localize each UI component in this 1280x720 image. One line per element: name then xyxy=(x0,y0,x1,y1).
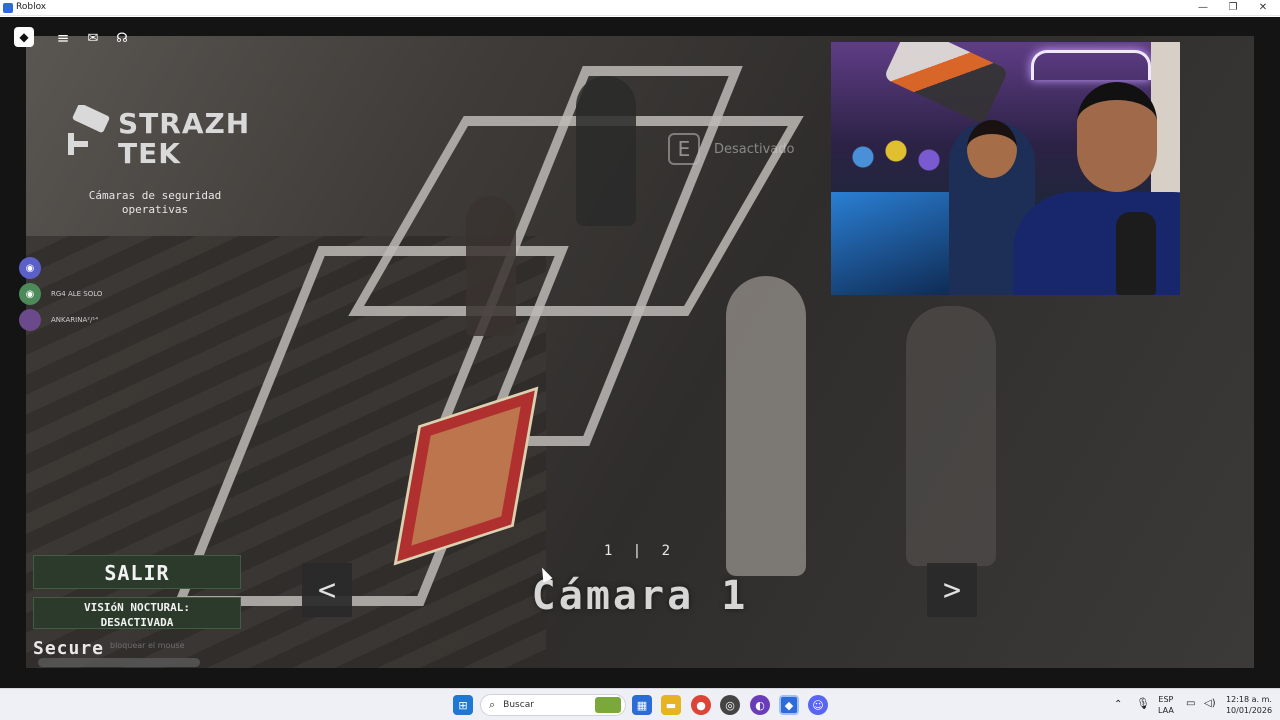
interact-prompt[interactable]: E Desactivado xyxy=(668,133,794,165)
microphone-tray-icon[interactable]: 🎙 xyxy=(1136,698,1150,709)
friend-item[interactable]: ◉ RG4 ALE SOLO xyxy=(19,283,102,305)
friend-item[interactable]: ANKARINA²/¹⁴ xyxy=(19,309,98,331)
search-icon: ⌕ xyxy=(489,698,496,711)
minimize-button[interactable]: — xyxy=(1188,0,1218,16)
taskbar-search[interactable]: ⌕ Buscar xyxy=(480,694,626,716)
toy-figures xyxy=(841,127,951,187)
night-vision-toggle[interactable]: VISIóN NOCTURAL: DESACTIVADA xyxy=(33,597,241,629)
roblox-menu-icon[interactable]: ◆ xyxy=(14,27,34,47)
previous-camera-button[interactable]: < xyxy=(302,563,352,617)
interact-prompt-label: Desactivado xyxy=(714,141,795,157)
neon-sign xyxy=(1031,50,1151,80)
mannequin-figure xyxy=(576,76,636,226)
discord-avatar-icon: ◉ xyxy=(19,283,41,305)
window-titlebar: Roblox — ❐ ✕ xyxy=(0,0,1280,16)
security-camera-logo-icon xyxy=(68,105,110,155)
microphone-icon xyxy=(1116,212,1156,295)
store-icon[interactable]: ▦ xyxy=(632,695,652,715)
hamburger-menu-icon[interactable]: ≡ xyxy=(52,27,74,49)
exit-button[interactable]: SALIR xyxy=(33,555,241,589)
secure-label: Secure xyxy=(33,638,105,659)
toy-blaster xyxy=(883,42,1009,125)
volume-icon[interactable]: ◁) xyxy=(1204,698,1216,709)
brand-subtitle: Cámaras de seguridad operativas xyxy=(88,189,222,216)
discord-avatar-icon: ◉ xyxy=(19,257,41,279)
streamlabs-icon[interactable]: ◐ xyxy=(750,695,770,715)
close-button[interactable]: ✕ xyxy=(1248,0,1278,16)
e-key-icon: E xyxy=(668,133,700,165)
file-explorer-icon[interactable]: ▬ xyxy=(661,695,681,715)
camera-index: 1 | 2 xyxy=(603,543,677,559)
taskbar: ⊞ ⌕ Buscar ▦ ▬ ● ◎ ◐ ◆ ☺ ⌃ 🎙 ESP LAA ▭ ◁… xyxy=(0,688,1280,720)
ghost-figure xyxy=(906,306,996,566)
clock[interactable]: 12:18 a. m. 10/01/2026 xyxy=(1224,694,1274,716)
mouse-lock-hint: bloquear el mouse xyxy=(110,641,185,650)
roblox-icon[interactable]: ◆ xyxy=(779,695,799,715)
brand-logo-text: STRAZH TEK xyxy=(118,107,251,170)
obs-icon[interactable]: ◎ xyxy=(720,695,740,715)
secure-progress-bar xyxy=(38,658,200,667)
webcam-overlay xyxy=(831,42,1180,295)
network-icon[interactable]: ▭ xyxy=(1186,698,1195,709)
friend-item[interactable]: ◉ xyxy=(19,257,51,279)
avatar xyxy=(19,309,41,331)
game-viewport[interactable]: ◆ ≡ ✉ ☊ STRAZH TEK Cámaras de seguridad … xyxy=(0,17,1280,688)
avatar-figure xyxy=(726,276,806,576)
start-icon[interactable]: ⊞ xyxy=(453,695,473,715)
maximize-button[interactable]: ❐ xyxy=(1218,0,1248,16)
camera-name: Cámara 1 xyxy=(531,573,749,619)
next-camera-button[interactable]: > xyxy=(927,563,977,617)
chat-icon[interactable]: ✉ xyxy=(82,27,104,49)
discord-icon[interactable]: ☺ xyxy=(808,695,828,715)
led-shelf xyxy=(831,192,961,295)
headset-icon[interactable]: ☊ xyxy=(111,27,133,49)
language-indicator[interactable]: ESP LAA xyxy=(1158,694,1174,716)
roblox-app-icon xyxy=(3,3,13,13)
chevron-up-icon[interactable]: ⌃ xyxy=(1114,699,1122,710)
chrome-icon[interactable]: ● xyxy=(691,695,711,715)
shopkeeper-figure xyxy=(466,196,516,336)
widgets-icon xyxy=(595,697,621,713)
window-title: Roblox xyxy=(16,2,47,12)
